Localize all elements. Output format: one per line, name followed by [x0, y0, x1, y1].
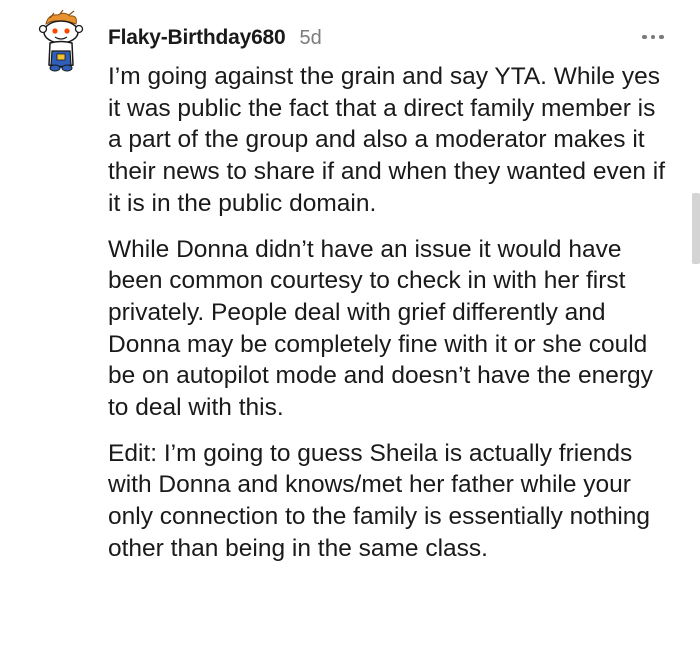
snoo-avatar-icon	[38, 9, 84, 72]
more-dot	[642, 34, 647, 40]
scrollbar-thumb[interactable]	[692, 193, 700, 264]
username-link[interactable]: Flaky-Birthday680	[108, 26, 286, 50]
comment-age: 5d	[299, 27, 322, 49]
comment-paragraph: I’m going against the grain and say YTA.…	[108, 63, 666, 217]
avatar[interactable]	[36, 9, 86, 72]
comment-paragraph: Edit: I’m going to guess Sheila is actua…	[108, 439, 651, 562]
comment-header: Flaky-Birthday680 5d	[108, 26, 322, 50]
more-dot	[659, 34, 664, 40]
comment-paragraph: While Donna didn’t have an issue it woul…	[108, 235, 653, 422]
more-dot	[650, 34, 656, 40]
more-options-icon[interactable]	[640, 30, 666, 44]
comment-body: I’m going against the grain and say YTA.…	[108, 61, 668, 579]
